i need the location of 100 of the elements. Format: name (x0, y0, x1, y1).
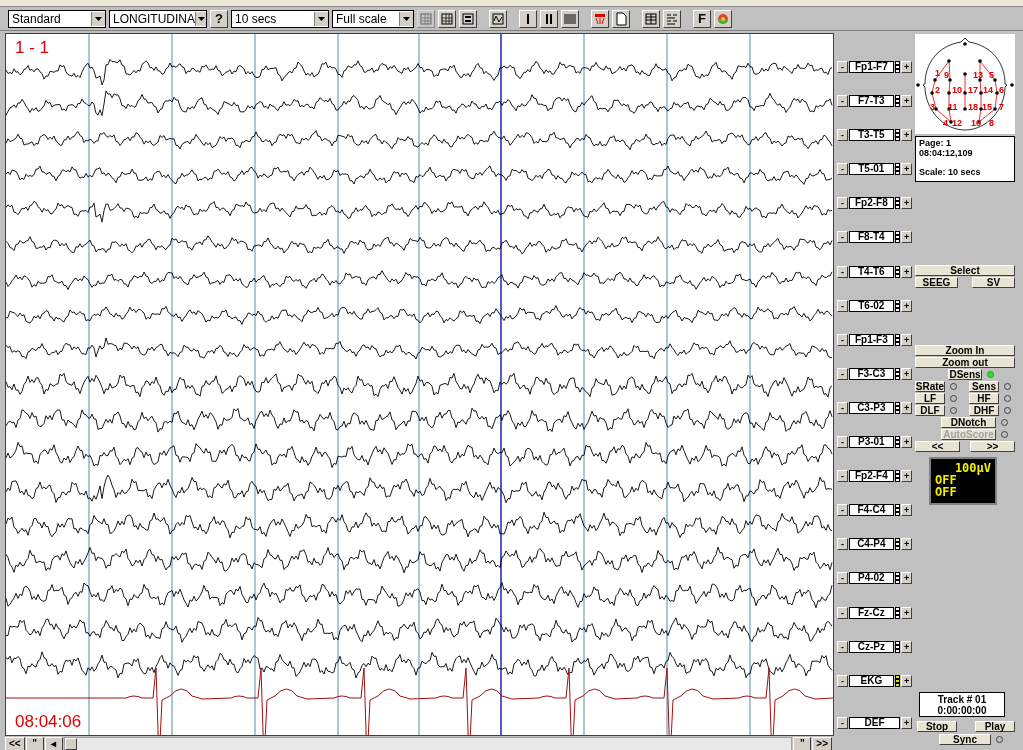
channel-label[interactable]: T3-T5 (848, 129, 894, 142)
grid-icon[interactable] (438, 9, 456, 28)
plus-button[interactable]: + (901, 265, 912, 278)
plus-button[interactable]: + (901, 538, 912, 551)
minus-button[interactable]: - (837, 231, 848, 244)
minus-button[interactable]: - (837, 129, 848, 142)
page-icon[interactable] (612, 9, 630, 28)
scroll-button[interactable]: " (793, 737, 812, 750)
plus-button[interactable]: + (901, 299, 912, 312)
dropdown[interactable]: Full scale (332, 9, 414, 28)
plus-button[interactable]: + (901, 572, 912, 585)
plus-button[interactable]: + (901, 640, 912, 653)
plus-button[interactable]: + (901, 504, 912, 517)
channel-label[interactable]: EKG (848, 674, 894, 687)
channel-label[interactable]: Fp1-F7 (848, 61, 894, 73)
font-button[interactable]: F (693, 9, 711, 28)
minus-button[interactable]: - (837, 197, 848, 210)
scroll-button[interactable]: ◂ (44, 737, 63, 750)
channel-label[interactable]: P4-02 (848, 572, 894, 585)
filter-button[interactable]: HF (969, 393, 999, 404)
channel-label[interactable]: T4-T6 (848, 265, 894, 278)
layout-icon[interactable] (459, 9, 477, 28)
minus-button[interactable]: - (837, 61, 848, 73)
sync-button[interactable]: Sync (939, 734, 991, 745)
minus-button[interactable]: - (837, 163, 848, 176)
minus-button[interactable]: - (837, 299, 848, 312)
minus-button[interactable]: - (837, 333, 848, 346)
channel-label[interactable]: T5-01 (848, 163, 894, 176)
channel-label[interactable]: Fz-Cz (848, 606, 894, 619)
dropdown[interactable]: LONGITUDINA (109, 9, 207, 28)
filter-button[interactable]: DHF (969, 405, 999, 416)
plus-button[interactable]: + (901, 470, 912, 483)
filter-button[interactable]: DSens (948, 369, 982, 380)
filter-button[interactable]: DNotch (941, 417, 996, 428)
plus-button[interactable]: + (901, 674, 912, 687)
minus-button[interactable]: - (837, 606, 848, 619)
channel-label[interactable]: T6-02 (848, 299, 894, 312)
channel-label[interactable]: F3-C3 (848, 367, 894, 380)
playback-button[interactable]: Stop (917, 721, 957, 732)
minus-button[interactable]: - (837, 572, 848, 585)
filter-button[interactable]: SRate (915, 381, 945, 392)
channel-label[interactable]: F8-T4 (848, 231, 894, 244)
list-icon[interactable] (663, 9, 681, 28)
nav-button[interactable]: >> (970, 441, 1015, 452)
channel-label[interactable]: C4-P4 (848, 538, 894, 551)
zoom-out-button[interactable]: Zoom out (915, 357, 1015, 368)
filter-button[interactable]: Sens (969, 381, 999, 392)
zoom-in-button[interactable]: Zoom In (915, 345, 1015, 356)
channel-label[interactable]: C3-P3 (848, 401, 894, 414)
minus-button[interactable]: - (837, 470, 848, 483)
minus-button[interactable]: - (837, 401, 848, 414)
minus-button[interactable]: - (837, 640, 848, 653)
playback-button[interactable]: Play (975, 721, 1015, 732)
minus-button[interactable]: - (837, 504, 848, 517)
plus-button[interactable]: + (901, 436, 912, 449)
color-icon[interactable] (714, 9, 732, 28)
minus-button[interactable]: - (837, 265, 848, 278)
scroll-button[interactable]: << (5, 737, 25, 750)
select-button[interactable]: Select (915, 265, 1015, 276)
bar1-icon[interactable] (519, 9, 537, 28)
plus-button[interactable]: + (901, 231, 912, 244)
plus-button[interactable]: + (901, 61, 912, 73)
help-button[interactable]: ? (210, 9, 228, 28)
scroll-button[interactable]: " (25, 737, 44, 750)
bar2-icon[interactable] (540, 9, 558, 28)
plus-button[interactable]: + (901, 95, 912, 108)
mode-button[interactable]: SEEG (915, 277, 958, 288)
mode-button[interactable]: SV (972, 277, 1015, 288)
plus-button[interactable]: + (901, 333, 912, 346)
montage-icon[interactable] (591, 9, 609, 28)
channel-label[interactable]: F4-C4 (848, 504, 894, 517)
plus-button[interactable]: + (901, 606, 912, 619)
plus-button[interactable]: + (901, 129, 912, 142)
channel-label[interactable]: Fp1-F3 (848, 333, 894, 346)
nav-button[interactable]: << (915, 441, 960, 452)
minus-button[interactable]: - (837, 95, 848, 108)
minus-button[interactable]: - (837, 436, 848, 449)
scroll-button[interactable]: >> (812, 737, 832, 750)
channel-label[interactable]: Fp2-F4 (848, 470, 894, 483)
channel-label[interactable]: Cz-Pz (848, 640, 894, 653)
wave-icon[interactable] (489, 9, 507, 28)
plus-button[interactable]: + (901, 163, 912, 176)
filter-button[interactable]: DLF (915, 405, 945, 416)
dropdown[interactable]: 10 secs (231, 9, 329, 28)
channel-label[interactable]: F7-T3 (848, 95, 894, 108)
minus-button[interactable]: - (837, 716, 848, 729)
plus-button[interactable]: + (901, 367, 912, 380)
plus-button[interactable]: + (901, 716, 912, 729)
dropdown[interactable]: Standard (8, 9, 106, 28)
plus-button[interactable]: + (901, 197, 912, 210)
plus-button[interactable]: + (901, 401, 912, 414)
minus-button[interactable]: - (837, 538, 848, 551)
minus-button[interactable]: - (837, 674, 848, 687)
channel-label[interactable]: Fp2-F8 (848, 197, 894, 210)
table-icon[interactable] (642, 9, 660, 28)
scrollbar[interactable] (63, 737, 793, 750)
channel-label[interactable]: DEF (848, 716, 901, 729)
filter-button[interactable]: LF (915, 393, 945, 404)
channel-label[interactable]: P3-01 (848, 436, 894, 449)
minus-button[interactable]: - (837, 367, 848, 380)
